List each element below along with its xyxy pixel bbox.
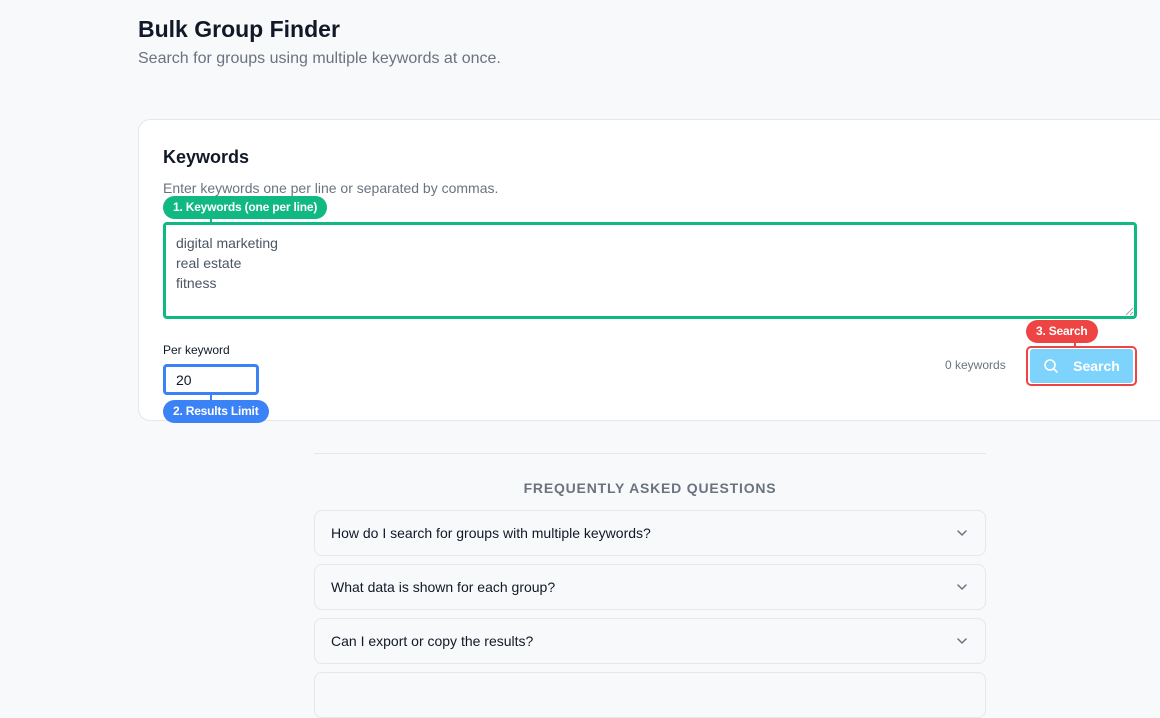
keywords-textarea[interactable]	[163, 222, 1137, 319]
chevron-down-icon	[957, 638, 967, 644]
keywords-hint: Enter keywords one per line or separated…	[163, 180, 499, 196]
page-subtitle: Search for groups using multiple keyword…	[138, 50, 501, 67]
chevron-down-icon	[957, 584, 967, 590]
per-keyword-input[interactable]	[163, 364, 259, 395]
faq-item[interactable]: How do I search for groups with multiple…	[314, 510, 986, 556]
faq-item[interactable]: Can I export or copy the results?	[314, 618, 986, 664]
search-icon	[1044, 359, 1058, 373]
faq-heading: FREQUENTLY ASKED QUESTIONS	[523, 480, 777, 496]
search-button-label: Search	[1073, 358, 1120, 374]
faq-item-partial[interactable]	[314, 672, 986, 718]
chevron-down-icon	[957, 530, 967, 536]
faq-question: What data is shown for each group?	[331, 579, 556, 595]
page-title: Bulk Group Finder	[138, 16, 340, 42]
search-button[interactable]: Search	[1030, 349, 1133, 383]
search-annotation-badge: 3. Search	[1026, 320, 1098, 343]
section-divider	[314, 453, 986, 454]
results-limit-annotation-badge: 2. Results Limit	[163, 400, 269, 423]
faq-item[interactable]: What data is shown for each group?	[314, 564, 986, 610]
per-keyword-label: Per keyword	[163, 343, 230, 357]
keyword-count: 0 keywords	[945, 358, 1006, 372]
keywords-annotation-badge: 1. Keywords (one per line)	[163, 196, 328, 219]
resize-grip-icon[interactable]	[1124, 306, 1134, 316]
keywords-annotation-stem	[210, 216, 212, 224]
faq-question: Can I export or copy the results?	[331, 633, 534, 649]
keywords-title: Keywords	[163, 147, 250, 167]
faq-question: How do I search for groups with multiple…	[331, 525, 651, 541]
